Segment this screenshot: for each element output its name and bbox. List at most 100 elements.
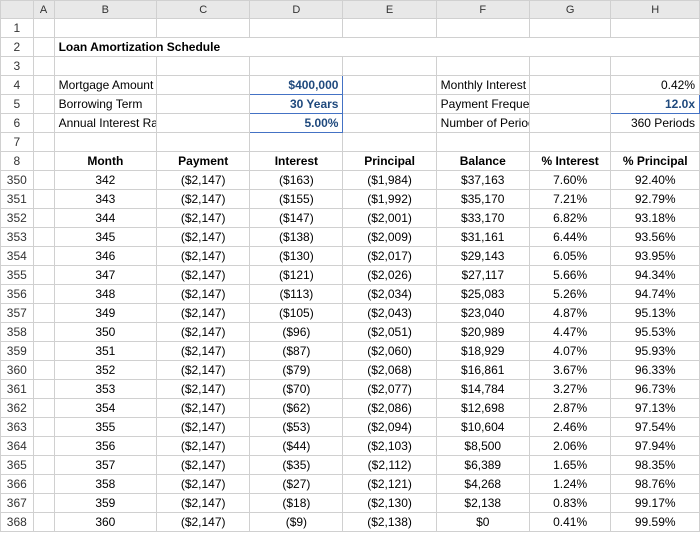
cell-balance: $6,389	[436, 456, 529, 475]
cell-interest: ($96)	[250, 323, 343, 342]
cell-g4	[529, 76, 611, 95]
row-4-num: 4	[1, 76, 34, 95]
row-num-cell: 360	[1, 361, 34, 380]
cell-payment: ($2,147)	[157, 361, 250, 380]
borrowing-term-input[interactable]: 30 Years	[250, 95, 343, 114]
cell-b1	[54, 19, 157, 38]
cell-interest: ($105)	[250, 304, 343, 323]
table-row: 354 346 ($2,147) ($130) ($2,017) $29,143…	[1, 247, 700, 266]
borrowing-term-label: Borrowing Term	[54, 95, 157, 114]
table-row: 357 349 ($2,147) ($105) ($2,043) $23,040…	[1, 304, 700, 323]
cell-pct-interest: 2.46%	[529, 418, 611, 437]
col-c-header: C	[157, 1, 250, 19]
col-b-header: B	[54, 1, 157, 19]
cell-principal: ($2,060)	[343, 342, 436, 361]
table-row: 361 353 ($2,147) ($70) ($2,077) $14,784 …	[1, 380, 700, 399]
row-num-cell: 367	[1, 494, 34, 513]
cell-principal: ($2,112)	[343, 456, 436, 475]
col-pct-interest-header: % Interest	[529, 152, 611, 171]
col-e-header: E	[343, 1, 436, 19]
cell-pct-principal: 99.59%	[611, 513, 700, 532]
cell-pct-principal: 93.18%	[611, 209, 700, 228]
cell-e1	[343, 19, 436, 38]
cell-balance: $2,138	[436, 494, 529, 513]
cell-payment: ($2,147)	[157, 456, 250, 475]
cell-pct-interest: 3.27%	[529, 380, 611, 399]
cell-interest: ($113)	[250, 285, 343, 304]
table-row: 356 348 ($2,147) ($113) ($2,034) $25,083…	[1, 285, 700, 304]
cell-payment: ($2,147)	[157, 342, 250, 361]
row-num-cell: 355	[1, 266, 34, 285]
cell-a-data	[33, 513, 54, 532]
cell-interest: ($70)	[250, 380, 343, 399]
cell-balance: $23,040	[436, 304, 529, 323]
cell-g7	[529, 133, 611, 152]
cell-principal: ($2,017)	[343, 247, 436, 266]
cell-c3	[157, 57, 250, 76]
cell-e3	[343, 57, 436, 76]
cell-month: 349	[54, 304, 157, 323]
cell-pct-principal: 95.53%	[611, 323, 700, 342]
cell-month: 347	[54, 266, 157, 285]
cell-interest: ($138)	[250, 228, 343, 247]
row-3-num: 3	[1, 57, 34, 76]
cell-payment: ($2,147)	[157, 323, 250, 342]
cell-pct-interest: 6.44%	[529, 228, 611, 247]
mortgage-amount-input[interactable]: $400,000	[250, 76, 343, 95]
cell-a8	[33, 152, 54, 171]
payment-freq-label: Payment Frequency	[436, 95, 529, 114]
cell-balance: $31,161	[436, 228, 529, 247]
table-row: 365 357 ($2,147) ($35) ($2,112) $6,389 1…	[1, 456, 700, 475]
cell-month: 352	[54, 361, 157, 380]
cell-a-data	[33, 304, 54, 323]
row-7-num: 7	[1, 133, 34, 152]
cell-a-data	[33, 209, 54, 228]
cell-pct-interest: 4.07%	[529, 342, 611, 361]
cell-payment: ($2,147)	[157, 209, 250, 228]
cell-pct-interest: 5.66%	[529, 266, 611, 285]
cell-pct-principal: 94.74%	[611, 285, 700, 304]
cell-month: 356	[54, 437, 157, 456]
cell-principal: ($2,077)	[343, 380, 436, 399]
row-2-num: 2	[1, 38, 34, 57]
cell-g6	[529, 114, 611, 133]
cell-pct-principal: 98.76%	[611, 475, 700, 494]
cell-month: 346	[54, 247, 157, 266]
cell-pct-principal: 94.34%	[611, 266, 700, 285]
row-num-cell: 364	[1, 437, 34, 456]
cell-interest: ($130)	[250, 247, 343, 266]
cell-interest: ($62)	[250, 399, 343, 418]
table-row: 350 342 ($2,147) ($163) ($1,984) $37,163…	[1, 171, 700, 190]
cell-a-data	[33, 361, 54, 380]
cell-pct-interest: 0.83%	[529, 494, 611, 513]
cell-c6	[157, 114, 250, 133]
table-row: 366 358 ($2,147) ($27) ($2,121) $4,268 1…	[1, 475, 700, 494]
cell-h3	[611, 57, 700, 76]
cell-pct-principal: 97.94%	[611, 437, 700, 456]
cell-interest: ($44)	[250, 437, 343, 456]
spreadsheet-title: Loan Amortization Schedule	[54, 38, 699, 57]
cell-payment: ($2,147)	[157, 266, 250, 285]
cell-a5	[33, 95, 54, 114]
cell-pct-interest: 1.65%	[529, 456, 611, 475]
cell-balance: $0	[436, 513, 529, 532]
cell-interest: ($9)	[250, 513, 343, 532]
row-num-cell: 366	[1, 475, 34, 494]
col-payment-header: Payment	[157, 152, 250, 171]
row-num-cell: 358	[1, 323, 34, 342]
interest-rate-input[interactable]: 5.00%	[250, 114, 343, 133]
col-balance-header: Balance	[436, 152, 529, 171]
table-row: 360 352 ($2,147) ($79) ($2,068) $16,861 …	[1, 361, 700, 380]
cell-balance: $35,170	[436, 190, 529, 209]
cell-month: 354	[54, 399, 157, 418]
cell-principal: ($1,984)	[343, 171, 436, 190]
monthly-rate-label: Monthly Interest Rate	[436, 76, 529, 95]
cell-pct-principal: 93.95%	[611, 247, 700, 266]
cell-principal: ($2,009)	[343, 228, 436, 247]
cell-principal: ($1,992)	[343, 190, 436, 209]
cell-principal: ($2,051)	[343, 323, 436, 342]
cell-d3	[250, 57, 343, 76]
row-num-cell: 357	[1, 304, 34, 323]
cell-payment: ($2,147)	[157, 247, 250, 266]
cell-pct-interest: 6.82%	[529, 209, 611, 228]
